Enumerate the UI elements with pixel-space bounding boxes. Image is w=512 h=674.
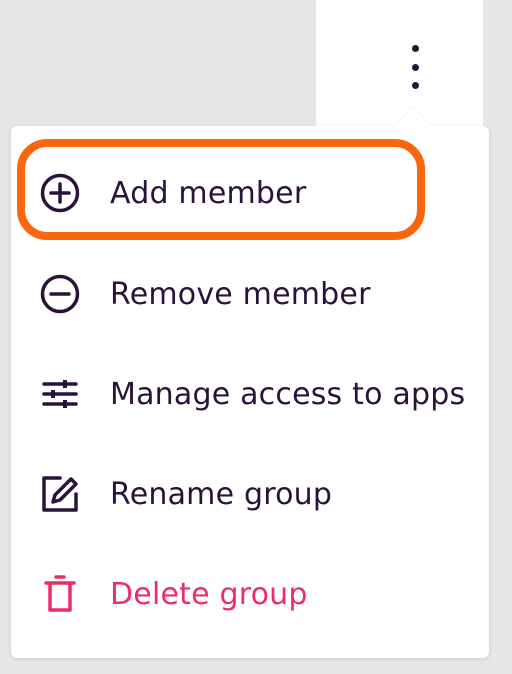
- menu-item-remove-member[interactable]: Remove member: [11, 244, 489, 344]
- plus-circle-icon: [35, 168, 85, 218]
- sliders-icon: [35, 369, 85, 419]
- menu-item-label: Rename group: [110, 476, 333, 512]
- kebab-dot: [411, 82, 419, 89]
- group-actions-menu: Add member Remove member Manage access t…: [11, 107, 489, 658]
- more-vertical-icon[interactable]: [400, 40, 430, 94]
- edit-square-icon: [35, 469, 85, 519]
- kebab-dot: [411, 63, 419, 71]
- menu-item-label: Delete group: [110, 576, 308, 612]
- trash-icon: [35, 569, 85, 619]
- menu-trigger-area: [316, 0, 483, 126]
- menu-item-add-member[interactable]: Add member: [11, 143, 489, 243]
- menu-item-manage-access[interactable]: Manage access to apps: [11, 344, 489, 444]
- menu-item-label: Manage access to apps: [110, 376, 466, 412]
- menu-item-label: Add member: [110, 175, 307, 211]
- menu-item-label: Remove member: [110, 276, 371, 312]
- minus-circle-icon: [35, 269, 85, 319]
- kebab-dot: [411, 45, 419, 52]
- menu-item-rename-group[interactable]: Rename group: [11, 444, 489, 544]
- menu-item-delete-group[interactable]: Delete group: [11, 544, 489, 644]
